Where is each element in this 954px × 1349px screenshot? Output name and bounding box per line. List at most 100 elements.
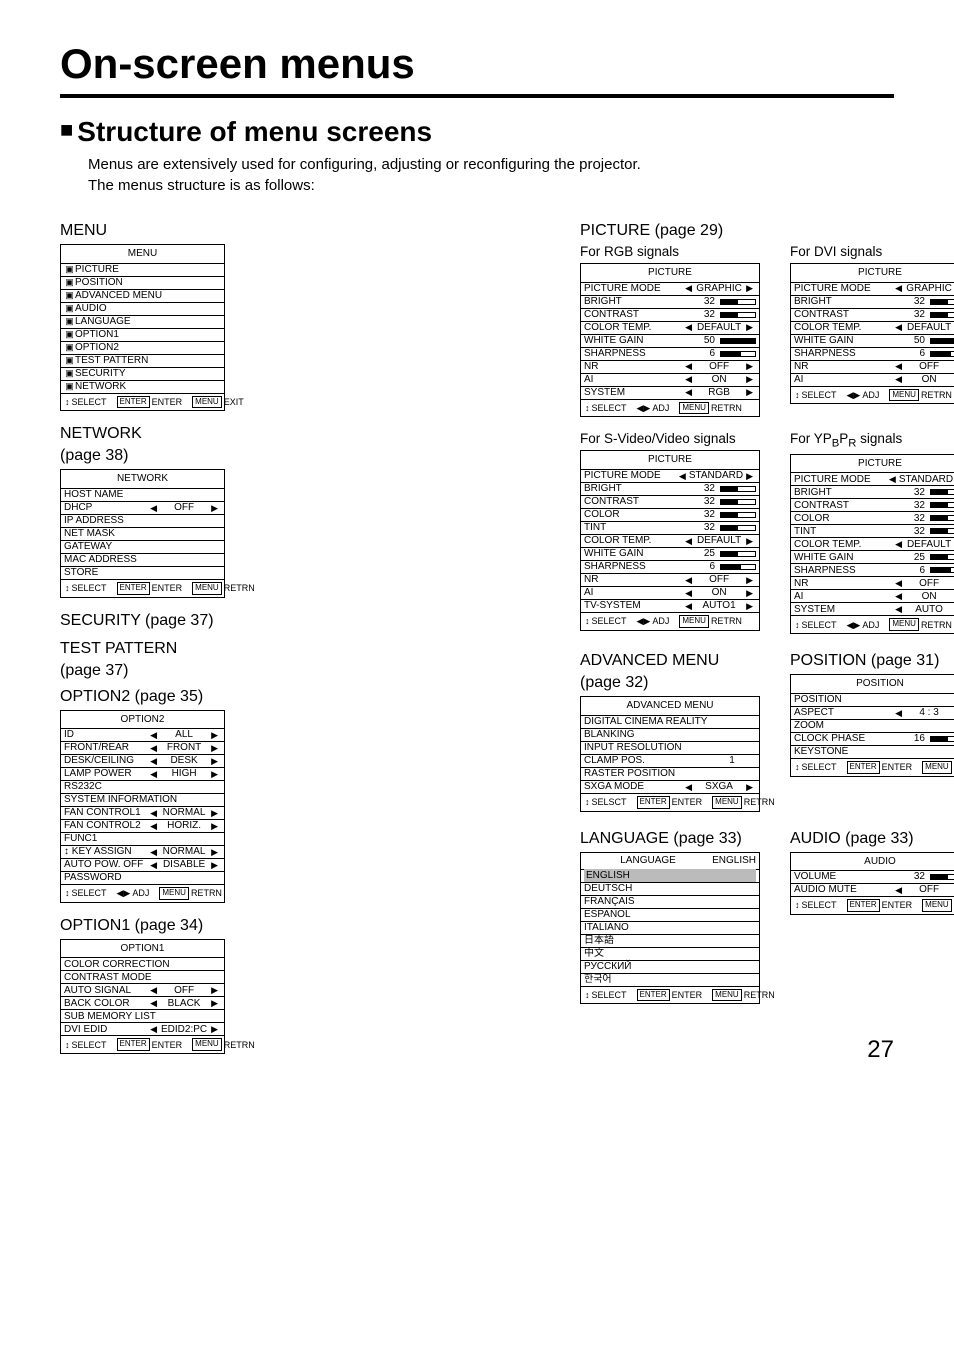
slider-bar[interactable] <box>720 299 756 305</box>
menu-row-label: SHARPNESS <box>584 560 695 574</box>
slider-bar[interactable] <box>720 551 756 557</box>
slider-bar[interactable] <box>720 525 756 531</box>
right-arrow-icon[interactable]: ▶ <box>743 574 756 586</box>
left-arrow-icon[interactable]: ◀ <box>892 282 905 294</box>
slider-bar[interactable] <box>930 502 954 508</box>
left-arrow-icon[interactable]: ◀ <box>682 574 695 586</box>
right-arrow-icon[interactable]: ▶ <box>208 820 221 832</box>
slider-bar[interactable] <box>720 486 756 492</box>
main-menu-item[interactable]: ▣TEST PATTERN <box>61 354 224 367</box>
slider-bar[interactable] <box>720 564 756 570</box>
right-arrow-icon[interactable]: ▶ <box>208 807 221 819</box>
slider-bar[interactable] <box>930 554 954 560</box>
left-arrow-icon[interactable]: ◀ <box>892 884 905 896</box>
right-arrow-icon[interactable]: ▶ <box>208 768 221 780</box>
slider-bar[interactable] <box>930 351 954 357</box>
right-arrow-icon[interactable]: ▶ <box>208 729 221 741</box>
left-arrow-icon[interactable]: ◀ <box>147 820 160 832</box>
language-item[interactable]: 日本語 <box>581 934 759 947</box>
left-arrow-icon[interactable]: ◀ <box>682 600 695 612</box>
slider-bar[interactable] <box>930 874 954 880</box>
right-arrow-icon[interactable]: ▶ <box>743 386 756 398</box>
slider-bar[interactable] <box>720 338 756 344</box>
right-arrow-icon[interactable]: ▶ <box>208 755 221 767</box>
right-arrow-icon[interactable]: ▶ <box>208 502 221 514</box>
main-menu-item[interactable]: ▣PICTURE <box>61 263 224 276</box>
language-item[interactable]: 中文 <box>581 947 759 960</box>
left-arrow-icon[interactable]: ◀ <box>147 768 160 780</box>
right-arrow-icon[interactable]: ▶ <box>208 984 221 996</box>
left-arrow-icon[interactable]: ◀ <box>147 997 160 1009</box>
main-menu-item[interactable]: ▣LANGUAGE <box>61 315 224 328</box>
left-arrow-icon[interactable]: ◀ <box>892 577 905 589</box>
main-menu-item[interactable]: ▣OPTION2 <box>61 341 224 354</box>
slider-bar[interactable] <box>720 312 756 318</box>
left-arrow-icon[interactable]: ◀ <box>892 360 905 372</box>
left-arrow-icon[interactable]: ◀ <box>147 742 160 754</box>
slider-bar[interactable] <box>930 736 954 742</box>
left-arrow-icon[interactable]: ◀ <box>682 321 695 333</box>
language-item[interactable]: ITALIANO <box>581 921 759 934</box>
slider-bar[interactable] <box>930 312 954 318</box>
left-arrow-icon[interactable]: ◀ <box>147 1023 160 1035</box>
left-arrow-icon[interactable]: ◀ <box>147 502 160 514</box>
left-arrow-icon[interactable]: ◀ <box>147 729 160 741</box>
slider-bar[interactable] <box>720 512 756 518</box>
left-arrow-icon[interactable]: ◀ <box>147 859 160 871</box>
slider-bar[interactable] <box>930 299 954 305</box>
language-item[interactable]: РУССКИЙ <box>581 960 759 973</box>
main-menu-item[interactable]: ▣ADVANCED MENU <box>61 289 224 302</box>
right-arrow-icon[interactable]: ▶ <box>743 535 756 547</box>
left-arrow-icon[interactable]: ◀ <box>892 373 905 385</box>
language-item[interactable]: ENGLISH <box>581 869 759 882</box>
right-arrow-icon[interactable]: ▶ <box>208 1023 221 1035</box>
slider-bar[interactable] <box>930 338 954 344</box>
language-item[interactable]: FRANÇAIS <box>581 895 759 908</box>
right-arrow-icon[interactable]: ▶ <box>743 373 756 385</box>
menu-row-label: HOST NAME <box>64 488 221 502</box>
left-arrow-icon[interactable]: ◀ <box>676 470 689 482</box>
slider-bar[interactable] <box>720 351 756 357</box>
main-menu-item[interactable]: ▣NETWORK <box>61 380 224 393</box>
slider-bar[interactable] <box>930 528 954 534</box>
language-item[interactable]: ESPAÑOL <box>581 908 759 921</box>
left-arrow-icon[interactable]: ◀ <box>886 473 899 485</box>
slider-bar[interactable] <box>720 499 756 505</box>
left-arrow-icon[interactable]: ◀ <box>892 538 905 550</box>
left-arrow-icon[interactable]: ◀ <box>892 590 905 602</box>
slider-bar[interactable] <box>930 567 954 573</box>
left-arrow-icon[interactable]: ◀ <box>682 781 695 793</box>
main-menu-item[interactable]: ▣SECURITY <box>61 367 224 380</box>
right-arrow-icon[interactable]: ▶ <box>208 846 221 858</box>
main-menu-item[interactable]: ▣POSITION <box>61 276 224 289</box>
left-arrow-icon[interactable]: ◀ <box>147 755 160 767</box>
main-menu-item[interactable]: ▣OPTION1 <box>61 328 224 341</box>
right-arrow-icon[interactable]: ▶ <box>208 997 221 1009</box>
left-arrow-icon[interactable]: ◀ <box>682 386 695 398</box>
right-arrow-icon[interactable]: ▶ <box>743 470 756 482</box>
slider-bar[interactable] <box>930 489 954 495</box>
left-arrow-icon[interactable]: ◀ <box>147 807 160 819</box>
right-arrow-icon[interactable]: ▶ <box>743 321 756 333</box>
right-arrow-icon[interactable]: ▶ <box>743 282 756 294</box>
left-arrow-icon[interactable]: ◀ <box>147 846 160 858</box>
right-arrow-icon[interactable]: ▶ <box>743 587 756 599</box>
right-arrow-icon[interactable]: ▶ <box>743 360 756 372</box>
main-menu-item[interactable]: ▣AUDIO <box>61 302 224 315</box>
right-arrow-icon[interactable]: ▶ <box>208 859 221 871</box>
left-arrow-icon[interactable]: ◀ <box>682 535 695 547</box>
left-arrow-icon[interactable]: ◀ <box>147 984 160 996</box>
right-arrow-icon[interactable]: ▶ <box>743 600 756 612</box>
left-arrow-icon[interactable]: ◀ <box>892 321 905 333</box>
left-arrow-icon[interactable]: ◀ <box>682 587 695 599</box>
right-arrow-icon[interactable]: ▶ <box>743 781 756 793</box>
language-item[interactable]: DEUTSCH <box>581 882 759 895</box>
slider-bar[interactable] <box>930 515 954 521</box>
right-arrow-icon[interactable]: ▶ <box>208 742 221 754</box>
left-arrow-icon[interactable]: ◀ <box>682 360 695 372</box>
left-arrow-icon[interactable]: ◀ <box>892 707 905 719</box>
language-item[interactable]: 한국어 <box>581 973 759 986</box>
left-arrow-icon[interactable]: ◀ <box>682 282 695 294</box>
left-arrow-icon[interactable]: ◀ <box>892 603 905 615</box>
left-arrow-icon[interactable]: ◀ <box>682 373 695 385</box>
